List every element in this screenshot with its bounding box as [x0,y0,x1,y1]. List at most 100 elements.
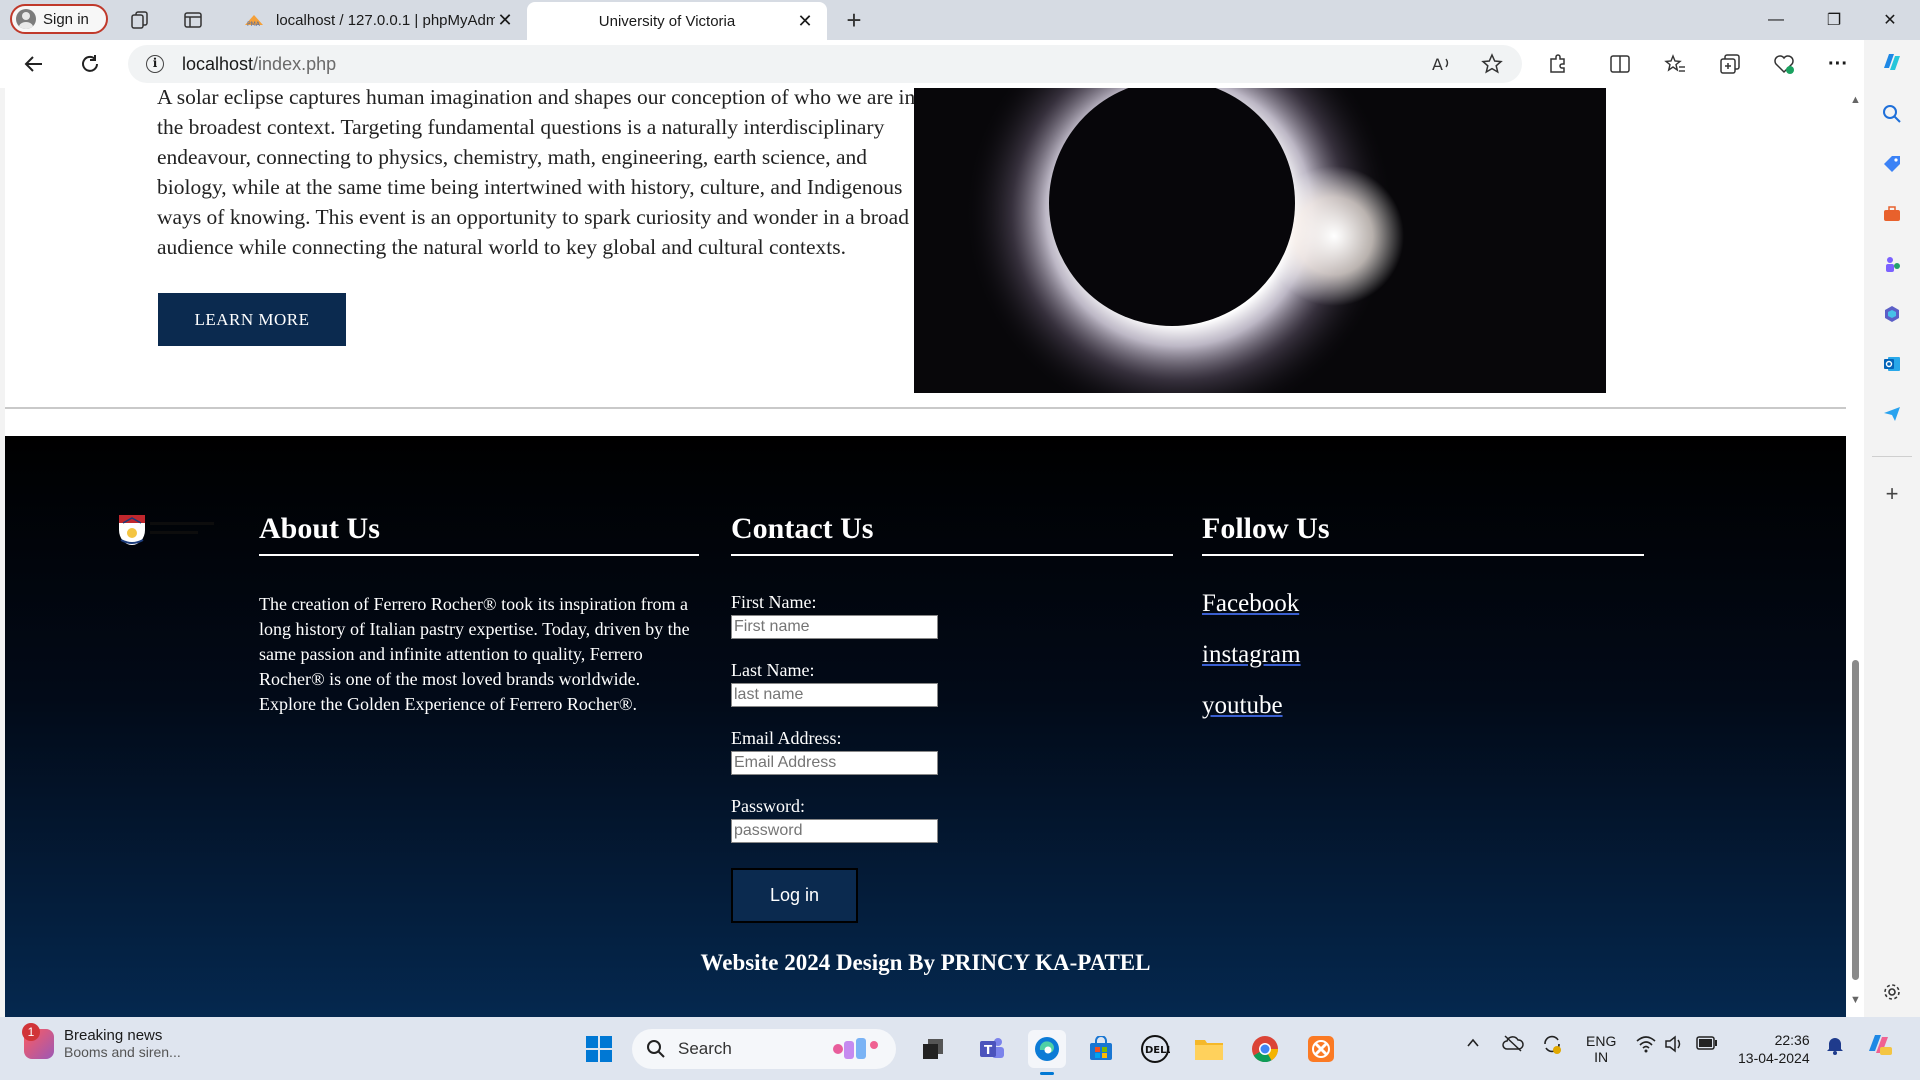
sidebar-settings-gear-icon[interactable] [1880,980,1904,1004]
onedrive-offline-icon[interactable] [1502,1034,1524,1055]
outlook-icon[interactable] [1880,352,1904,376]
split-screen-icon[interactable] [1608,52,1632,76]
page-viewport: A solar eclipse captures human imaginati… [5,88,1846,1017]
games-icon[interactable] [1880,252,1904,276]
search-highlight-icon [833,1038,878,1059]
password-label: Password: [731,796,806,816]
contact-us-heading: Contact Us [731,512,1173,556]
url-path: /index.php [253,53,337,74]
footer-credits: Website 2024 Design By PRINCY KA-PATEL [700,950,1151,975]
solar-eclipse-image [914,88,1606,393]
svg-text:PMA: PMA [247,21,261,27]
xampp-icon[interactable] [1304,1032,1338,1066]
notification-bell-icon[interactable] [1826,1035,1844,1058]
university-wordmark-logo [150,518,220,542]
search-sidebar-icon[interactable] [1880,102,1904,126]
active-app-indicator [1040,1072,1054,1075]
task-view-icon[interactable] [916,1032,950,1066]
microsoft-store-icon[interactable] [1084,1032,1118,1066]
address-bar[interactable]: i localhost /index.php [128,45,1522,83]
youtube-link[interactable]: youtube [1202,692,1283,720]
sign-in-label: Sign in [43,10,89,28]
eclipse-intro-text: A solar eclipse captures human imaginati… [157,88,916,259]
new-tab-button[interactable]: + [842,5,866,35]
scrollbar-thumb[interactable] [1852,660,1859,980]
search-icon [647,1040,665,1058]
news-title: Breaking news [64,1027,163,1044]
browser-essentials-icon[interactable] [1772,52,1796,76]
battery-icon[interactable] [1696,1036,1718,1053]
first-name-input[interactable] [731,615,938,639]
dell-icon[interactable]: DELL [1138,1032,1172,1066]
favorite-star-icon[interactable] [1480,52,1504,76]
windows-taskbar: 1 Breaking news Booms and siren... Searc… [0,1017,1920,1080]
browser-toolbar: i localhost /index.php A ··· [0,40,1920,88]
password-input[interactable] [731,819,938,843]
instagram-link[interactable]: instagram [1202,641,1301,669]
phpmyadmin-favicon-icon: PMA [244,13,264,28]
learn-more-button[interactable]: LEARN MORE [158,293,346,346]
show-hidden-icons-chevron-icon[interactable] [1465,1035,1481,1054]
page-scrollbar[interactable]: ▲ ▼ [1846,88,1864,1017]
profile-avatar-icon [16,9,36,29]
tab-title: University of Victoria [598,12,736,30]
scroll-up-arrow-icon[interactable]: ▲ [1850,94,1861,106]
minimize-button[interactable]: — [1748,0,1804,40]
svg-text:T: T [984,1043,993,1057]
email-input[interactable] [731,751,938,775]
tab-close-icon[interactable]: ✕ [795,11,815,32]
last-name-input[interactable] [731,683,938,707]
last-name-label: Last Name: [731,660,815,680]
shopping-tag-icon[interactable] [1880,152,1904,176]
taskbar-search-label: Search [678,1039,732,1058]
section-divider [5,407,1846,409]
about-us-text: The creation of Ferrero Rocher® took its… [259,594,690,714]
workspaces-icon[interactable] [128,8,152,32]
site-footer: About Us The creation of Ferrero Rocher®… [5,436,1846,1017]
tab-university-of-victoria[interactable]: University of Victoria ✕ [527,2,827,40]
microsoft-365-icon[interactable] [1880,302,1904,326]
news-subtitle: Booms and siren... [64,1044,181,1060]
refresh-icon[interactable] [76,50,104,78]
back-icon[interactable] [20,50,48,78]
taskbar-search-box[interactable]: Search [632,1029,896,1069]
clock[interactable]: 22:36 13-04-2024 [1738,1031,1810,1067]
profile-sign-in-button[interactable]: Sign in [10,4,108,34]
tab-close-icon[interactable]: ✕ [495,10,515,31]
telegram-send-icon[interactable] [1880,402,1904,426]
svg-text:A: A [1432,55,1443,74]
news-widget-icon: 1 [22,1022,54,1059]
edge-taskbar-icon[interactable] [1028,1030,1066,1075]
clock-time: 22:36 [1774,1032,1810,1048]
tab-phpmyadmin[interactable]: PMA localhost / 127.0.0.1 | phpMyAdmin ✕ [232,0,527,40]
first-name-label: First Name: [731,592,817,612]
file-explorer-icon[interactable] [1192,1032,1226,1066]
add-sidebar-app-icon[interactable]: + [1880,481,1904,506]
tools-briefcase-icon[interactable] [1880,202,1904,226]
facebook-link[interactable]: Facebook [1202,590,1299,618]
volume-icon[interactable] [1664,1035,1684,1056]
tab-title: localhost / 127.0.0.1 | phpMyAdmin [276,11,495,29]
sync-status-icon[interactable] [1541,1033,1563,1058]
news-widget[interactable]: 1 Breaking news Booms and siren... [22,1022,181,1060]
tab-strip: Sign in PMA localhost / 127.0.0.1 | phpM… [0,0,1920,40]
tab-actions-icon[interactable] [181,8,205,32]
extensions-icon[interactable] [1546,52,1570,76]
scroll-down-arrow-icon[interactable]: ▼ [1850,994,1861,1006]
restore-button[interactable]: ❐ [1806,0,1862,40]
log-in-button[interactable]: Log in [731,868,858,923]
svg-text:DELL: DELL [1145,1045,1170,1056]
read-aloud-icon[interactable]: A [1430,52,1454,76]
close-window-button[interactable]: ✕ [1862,0,1918,40]
windows-start-icon[interactable] [582,1032,616,1066]
settings-more-icon[interactable]: ··· [1826,52,1850,76]
copilot-icon[interactable] [1880,50,1904,74]
site-info-icon[interactable]: i [146,55,164,73]
chrome-icon[interactable] [1248,1032,1282,1066]
favorites-icon[interactable] [1663,52,1687,76]
wifi-icon[interactable] [1636,1035,1656,1056]
language-indicator[interactable]: ENG IN [1586,1033,1616,1065]
collections-icon[interactable] [1718,52,1742,76]
copilot-taskbar-icon[interactable] [1864,1029,1894,1062]
teams-icon[interactable]: T [975,1032,1009,1066]
